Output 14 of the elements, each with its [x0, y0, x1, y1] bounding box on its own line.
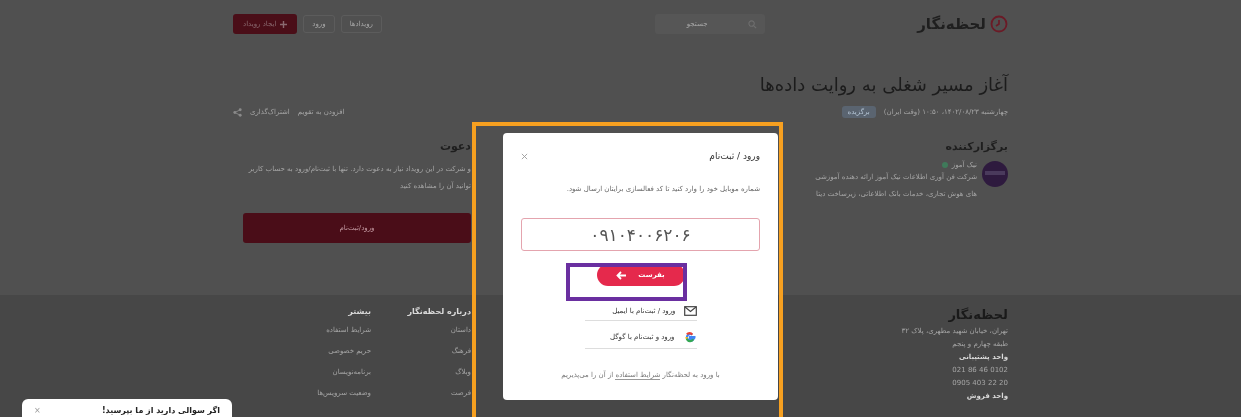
close-button[interactable]: ×: [34, 405, 41, 415]
envelope-icon: [683, 306, 697, 316]
footer-column-heading: درباره لحظه‌نگار: [407, 307, 471, 316]
verified-icon: [941, 162, 948, 168]
plus-icon: [280, 20, 288, 28]
avatar-icon: [982, 161, 1008, 187]
clock-icon: [990, 15, 1008, 33]
dialog-title: ورود / ثبت‌نام: [709, 151, 760, 161]
close-icon[interactable]: [521, 152, 528, 160]
arrow-left-icon: [616, 270, 627, 280]
chat-text: اگر سوالی دارید از ما بپرسید!: [101, 405, 220, 415]
phone-input[interactable]: ۰۹۱۰۴۰۰۶۲۰۶: [521, 218, 760, 251]
footer-column-heading: بیشتر: [348, 307, 371, 316]
share-icon[interactable]: [233, 107, 242, 117]
